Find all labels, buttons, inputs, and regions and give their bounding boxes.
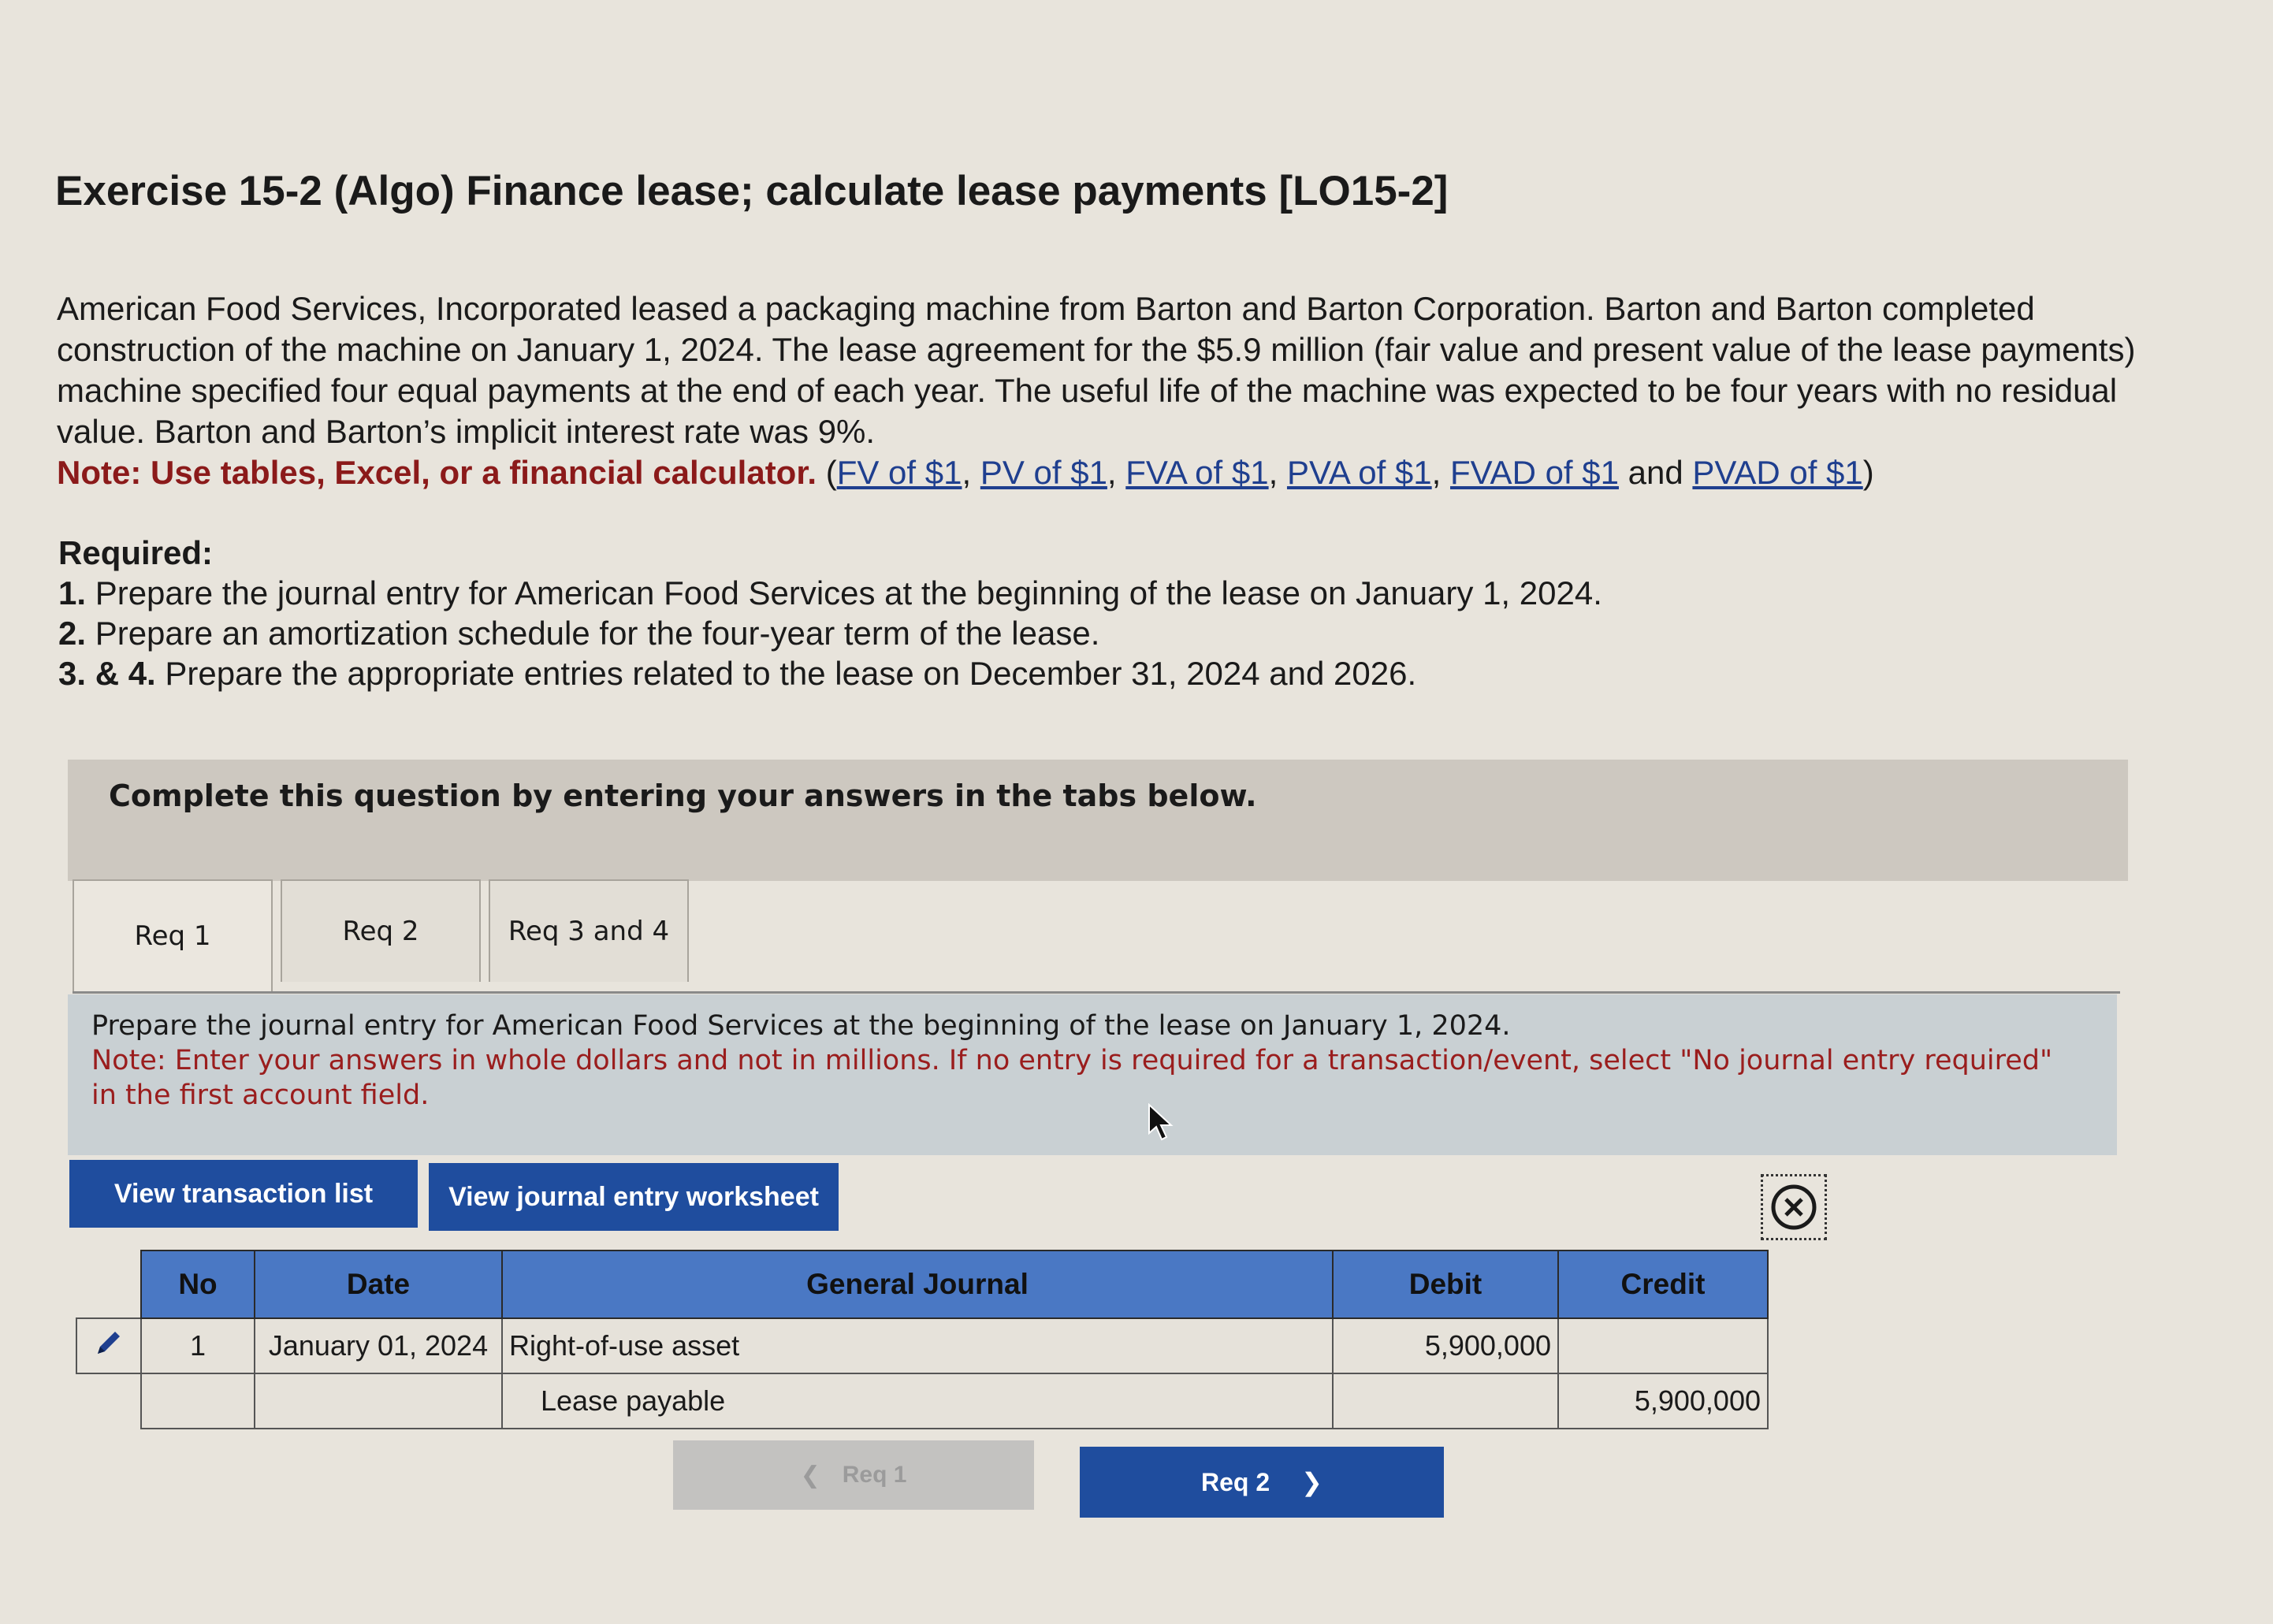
instruction-note: Note: Enter your answers in whole dollar…	[91, 1045, 2053, 1111]
prev-req-button[interactable]: ❮ Req 1	[673, 1440, 1034, 1510]
table-row: Lease payable 5,900,000	[76, 1373, 1769, 1429]
close-circle-icon	[1771, 1184, 1817, 1230]
cell-no	[140, 1373, 255, 1429]
view-transaction-list-button[interactable]: View transaction list	[69, 1160, 418, 1228]
edit-button[interactable]	[76, 1317, 142, 1374]
table-row: 1 January 01, 2024 Right-of-use asset 5,…	[76, 1317, 1769, 1374]
note-label: Note: Use tables, Excel, or a financial …	[57, 454, 817, 491]
cell-debit[interactable]: 5,900,000	[1332, 1317, 1559, 1374]
link-pv[interactable]: PV of $1	[980, 454, 1107, 491]
problem-statement: American Food Services, Incorporated lea…	[57, 288, 2185, 493]
instruction-panel: Prepare the journal entry for American F…	[68, 994, 2117, 1155]
next-req-label: Req 2	[1201, 1467, 1270, 1496]
chevron-left-icon: ❮	[800, 1462, 820, 1488]
tab-req-2[interactable]: Req 2	[281, 879, 481, 982]
cell-account[interactable]: Lease payable	[501, 1373, 1334, 1429]
journal-table: No Date General Journal Debit Credit 1 J…	[76, 1250, 1769, 1429]
link-fva[interactable]: FVA of $1	[1125, 454, 1268, 491]
required-item-2: 2. Prepare an amortization schedule for …	[58, 615, 1100, 652]
required-item-3: 3. & 4. Prepare the appropriate entries …	[58, 655, 1417, 692]
page-title: Exercise 15-2 (Algo) Finance lease; calc…	[55, 168, 1449, 214]
note-line: Note: Use tables, Excel, or a financial …	[57, 454, 1874, 491]
cell-date[interactable]: January 01, 2024	[254, 1317, 503, 1374]
cell-debit[interactable]	[1332, 1373, 1559, 1429]
cell-account[interactable]: Right-of-use asset	[501, 1317, 1334, 1374]
cell-credit[interactable]	[1557, 1317, 1769, 1374]
required-item-1: 1. Prepare the journal entry for America…	[58, 574, 1602, 611]
header-debit: Debit	[1332, 1250, 1559, 1319]
link-pva[interactable]: PVA of $1	[1287, 454, 1432, 491]
close-button[interactable]	[1761, 1174, 1827, 1240]
header-credit: Credit	[1557, 1250, 1769, 1319]
tab-req-1[interactable]: Req 1	[73, 879, 273, 991]
required-heading: Required:	[58, 534, 214, 571]
header-general-journal: General Journal	[501, 1250, 1334, 1319]
problem-text: American Food Services, Incorporated lea…	[57, 290, 2136, 450]
pencil-icon	[98, 1331, 120, 1354]
link-pvad[interactable]: PVAD of $1	[1692, 454, 1862, 491]
header-date: Date	[254, 1250, 503, 1319]
tab-req-3-and-4[interactable]: Req 3 and 4	[489, 879, 689, 982]
view-journal-entry-worksheet-button[interactable]: View journal entry worksheet	[429, 1163, 839, 1231]
header-no: No	[140, 1250, 255, 1319]
mouse-cursor-icon	[1148, 1103, 1174, 1141]
cell-no: 1	[140, 1317, 255, 1374]
and-word: and	[1628, 454, 1683, 491]
link-fv[interactable]: FV of $1	[837, 454, 962, 491]
instruction-main: Prepare the journal entry for American F…	[91, 1010, 1511, 1042]
link-fvad[interactable]: FVAD of $1	[1450, 454, 1619, 491]
required-section: Required: 1. Prepare the journal entry f…	[58, 533, 1602, 693]
next-req-button[interactable]: Req 2 ❯	[1080, 1447, 1444, 1518]
chevron-right-icon: ❯	[1301, 1468, 1323, 1496]
cell-credit[interactable]: 5,900,000	[1557, 1373, 1769, 1429]
cell-date[interactable]	[254, 1373, 503, 1429]
prev-req-label: Req 1	[842, 1462, 907, 1488]
instructions-banner: Complete this question by entering your …	[68, 760, 2128, 881]
tab-divider	[73, 991, 2120, 994]
